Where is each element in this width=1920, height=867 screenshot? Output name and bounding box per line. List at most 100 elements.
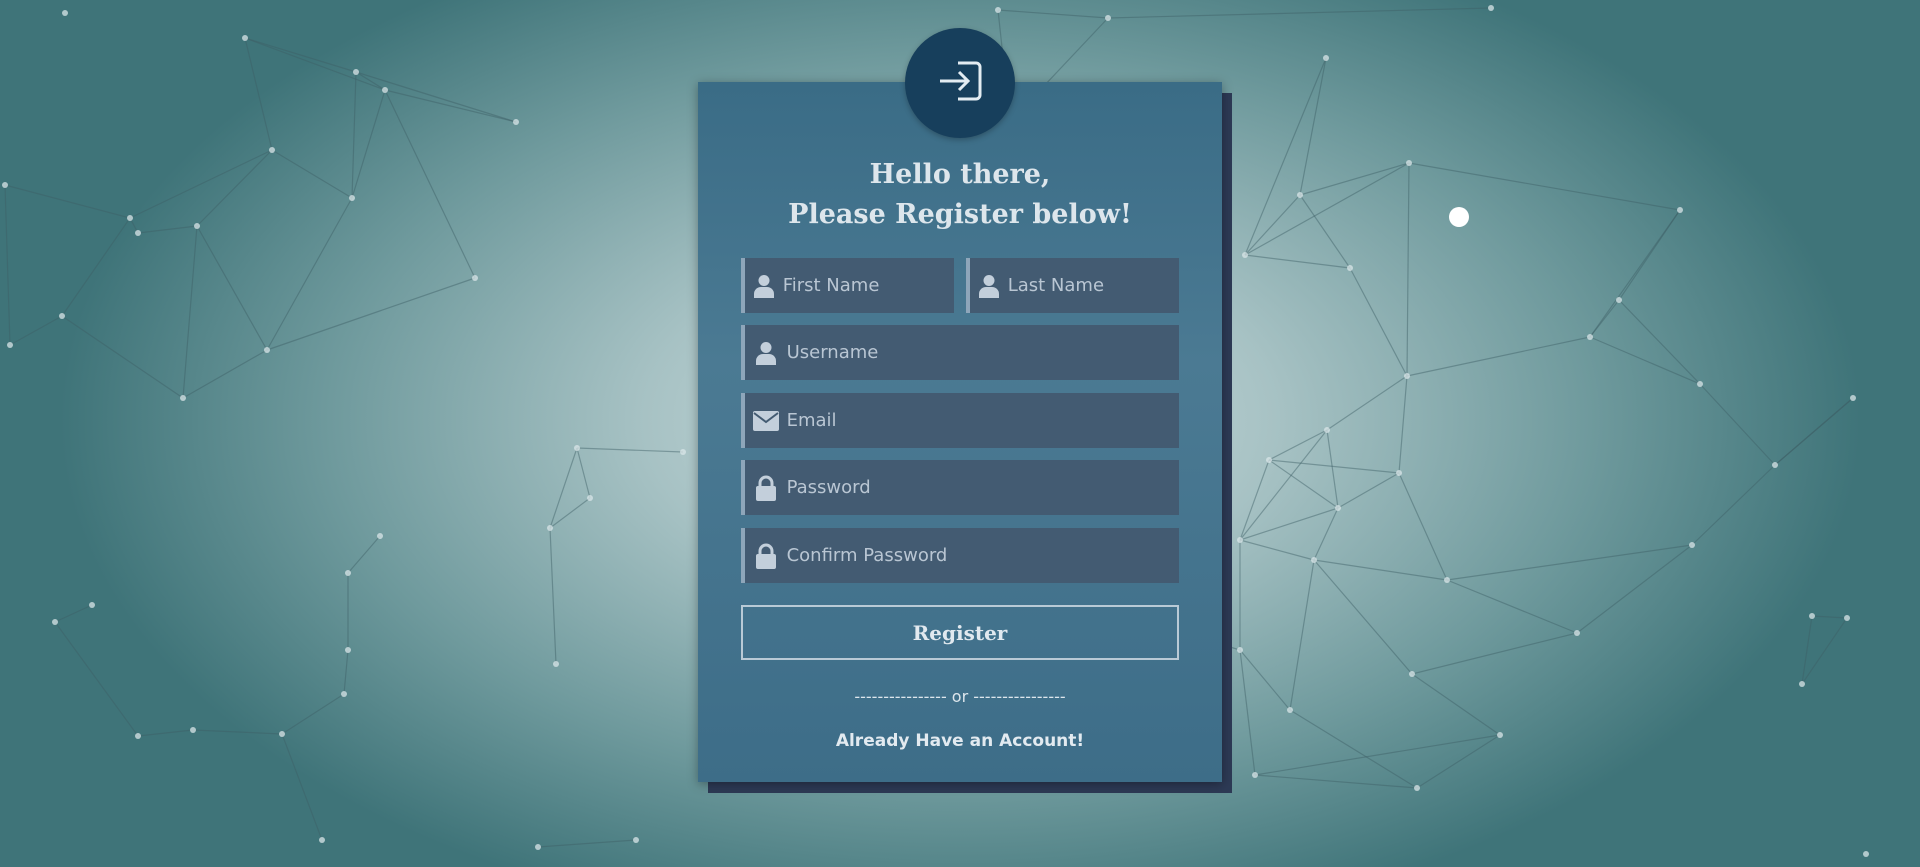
network-line [351,71,357,199]
network-node [2,182,8,188]
network-node [52,619,58,625]
or-divider: ---------------- or ---------------- [854,687,1066,706]
network-node [62,10,68,16]
network-node [135,733,141,739]
username-input[interactable] [786,325,1179,380]
network-line [1299,162,1410,196]
network-line [1244,162,1410,256]
envelope-icon [745,410,787,431]
cursor-dot [1449,207,1469,227]
network-line [576,447,591,499]
network-node [574,445,580,451]
network-line [1349,267,1408,377]
network-line [1691,464,1776,546]
network-node [1237,537,1243,543]
network-line [129,149,273,219]
network-line [1254,774,1418,789]
network-line [61,217,131,317]
network-line [1313,559,1413,675]
network-node [319,837,325,843]
title-line-2: Please Register below! [788,199,1132,230]
network-node [1297,192,1303,198]
network-line [343,649,349,695]
network-line [537,839,637,848]
email-field[interactable] [741,393,1179,448]
network-line [1446,544,1693,581]
network-line [1406,162,1410,377]
network-node [1406,160,1412,166]
network-node [1287,707,1293,713]
network-node [680,449,686,455]
network-node [1324,427,1330,433]
network-line [196,225,268,351]
network-node [995,7,1001,13]
lock-icon [745,475,787,501]
lock-icon [745,543,787,569]
network-line [1408,162,1681,211]
network-line [384,89,517,123]
network-line [1337,472,1400,509]
network-line [1398,472,1448,581]
network-node [1497,732,1503,738]
network-line [182,349,268,399]
network-line [347,535,381,574]
network-line [244,37,273,151]
network-line [1239,649,1256,776]
register-button[interactable]: Register [741,605,1179,660]
network-node [1689,542,1695,548]
network-node [1414,785,1420,791]
email-input[interactable] [786,393,1179,448]
network-line [244,37,357,73]
network-line [997,9,1109,19]
password-field[interactable] [741,460,1179,515]
network-line [1699,383,1776,466]
network-node [1409,671,1415,677]
network-node [1404,373,1410,379]
confirm-password-input[interactable] [786,528,1179,583]
confirm-password-field[interactable] [741,528,1179,583]
network-line [244,37,386,91]
username-field[interactable] [741,325,1179,380]
network-node [1863,851,1869,857]
network-line [549,447,578,529]
network-node [194,223,200,229]
network-node [1311,557,1317,563]
network-node [1347,265,1353,271]
network-line [266,277,476,351]
last-name-field[interactable] [966,258,1179,313]
login-badge [905,28,1015,138]
network-node [382,87,388,93]
network-node [345,647,351,653]
network-line [1107,7,1492,19]
network-line [1774,397,1854,466]
first-name-input[interactable] [782,258,954,313]
network-node [341,691,347,697]
network-line [196,149,273,227]
network-node [553,661,559,667]
network-node [513,119,519,125]
network-line [1446,579,1578,634]
network-node [1444,577,1450,583]
network-line [4,184,131,219]
password-input[interactable] [786,460,1179,515]
already-have-account-link[interactable]: Already Have an Account! [698,731,1222,751]
network-node [1396,470,1402,476]
network-node [547,525,553,531]
network-line [192,729,283,735]
network-line [1239,429,1328,541]
network-line [281,693,345,735]
network-line [549,497,591,529]
network-line [1244,194,1301,256]
network-node [7,342,13,348]
network-line [1268,459,1400,474]
network-line [384,89,476,279]
network-line [1239,507,1339,541]
first-name-field[interactable] [741,258,954,313]
network-line [1268,429,1328,461]
last-name-input[interactable] [1007,258,1179,313]
network-node [1850,395,1856,401]
network-node [1574,630,1580,636]
network-node [1488,5,1494,11]
network-node [1237,647,1243,653]
network-line [1618,299,1701,385]
